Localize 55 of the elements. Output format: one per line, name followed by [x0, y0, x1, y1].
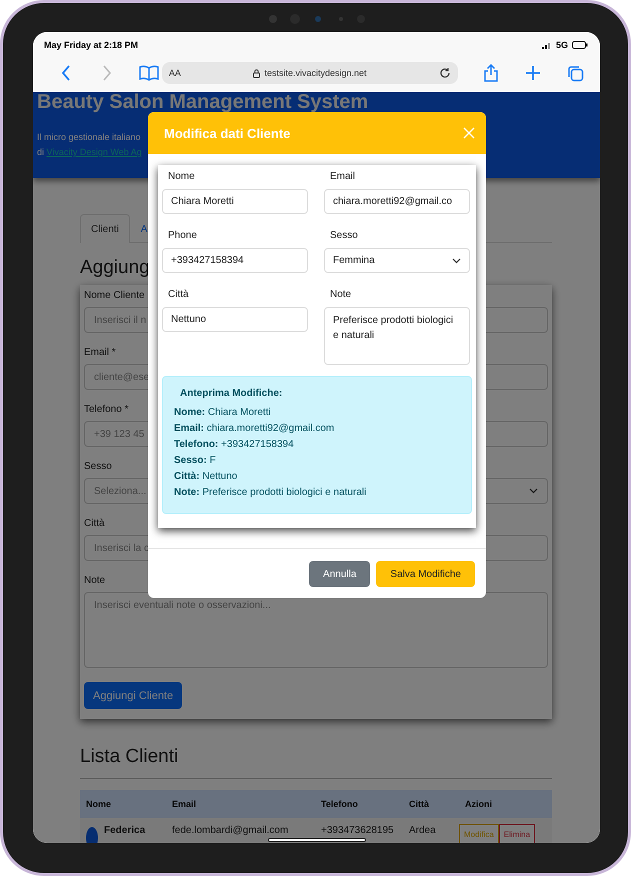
table-cell-text: Ardea [408, 824, 437, 838]
reload-icon [439, 67, 452, 79]
column-header: Città [408, 798, 430, 811]
section-heading: Lista Clienti [80, 746, 178, 768]
field-label: Città [84, 518, 105, 529]
save-button[interactable]: Salva Modifiche [376, 561, 475, 587]
field-label: Email * [84, 347, 116, 358]
input-field[interactable]: chiara.moretti92@gmail.co [324, 189, 470, 214]
input-field[interactable]: Nettuno [162, 307, 308, 332]
field-label: Nome [168, 171, 195, 182]
tab[interactable]: Clienti [80, 214, 130, 243]
column-header: Email [171, 798, 198, 811]
cancel-button[interactable]: Annulla [309, 561, 370, 587]
site-subtitle: Il micro gestionale italiano [37, 131, 141, 144]
column-header: Nome [85, 798, 112, 811]
input-field[interactable]: +393427158394 [162, 248, 308, 273]
preview-title: Anteprima Modifiche: [180, 388, 284, 399]
chevron-down-icon [452, 258, 461, 264]
client-name: Federica [104, 824, 146, 838]
field-label: Sesso [84, 461, 112, 472]
avatar [86, 827, 98, 843]
textarea-field[interactable]: Preferisce prodotti biologici e naturali [324, 307, 470, 365]
site-title: Beauty Salon Management System [37, 93, 368, 112]
field-label: Città [168, 289, 189, 300]
field-label: Note [84, 575, 106, 586]
field-label: Nome Cliente [84, 290, 145, 301]
url-text: testsite.vivacitydesign.net [264, 68, 367, 78]
preview-line: Città: Nettuno [174, 470, 238, 484]
dialog-title: Modifica dati Cliente [164, 126, 290, 140]
select-field[interactable]: Femmina [324, 248, 470, 273]
field-label: Note [330, 289, 352, 300]
table-cell-text: +393473628195 [320, 824, 395, 838]
preview-line: Nome: Chiara Moretti [174, 406, 272, 420]
field-label: Telefono * [84, 404, 128, 415]
table-cell-text: fede.lombardi@gmail.com [171, 824, 290, 838]
status-time: May Friday at 2:18 PM [44, 40, 138, 50]
byline-text: di [37, 147, 44, 157]
battery-icon [572, 41, 588, 49]
column-header: Telefono [320, 798, 359, 811]
preview-line: Sesso: F [174, 454, 217, 468]
preview-line: Email: chiara.moretti92@gmail.com [174, 422, 336, 436]
column-header: Azioni [464, 798, 493, 811]
signal-icon [542, 42, 552, 48]
text-size-label[interactable]: AA [168, 68, 181, 78]
input-field[interactable]: Chiara Moretti [162, 189, 308, 214]
field-label: Email [330, 171, 356, 182]
address-bar[interactable]: AA testsite.vivacitydesign.net [162, 62, 458, 84]
field-label: Sesso [330, 230, 358, 241]
field-label: Phone [168, 230, 197, 241]
network-label: 5G [556, 40, 568, 50]
lock-icon [253, 68, 260, 78]
preview-line: Telefono: +393427158394 [174, 438, 295, 452]
section-heading: Aggiung [80, 257, 150, 279]
preview-line: Note: Preferisce prodotti biologici e naturali [174, 486, 368, 500]
chevron-down-icon [529, 488, 538, 494]
